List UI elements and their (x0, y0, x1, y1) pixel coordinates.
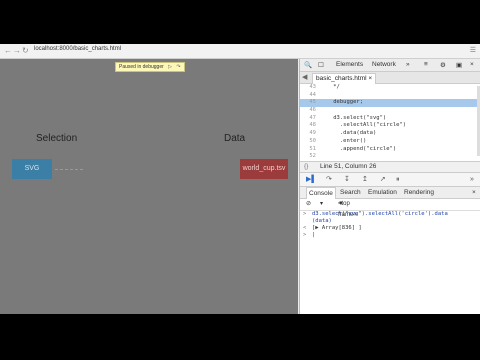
console-toolbar: ⊘ ▾ <top frame> ▼ (300, 199, 480, 218)
code-line: 48 .selectAll("circle") (309, 122, 407, 129)
close-tab-icon[interactable]: × (368, 75, 372, 82)
close-icon[interactable]: × (470, 61, 474, 68)
browser-window: ← → ↻ localhost:8000/basic_charts.html ☰… (0, 44, 480, 314)
tab-emulation[interactable]: Emulation (368, 187, 397, 198)
url-field[interactable]: localhost:8000/basic_charts.html (34, 46, 121, 52)
resume-button-icon[interactable]: ▶▌ (306, 173, 316, 186)
tab-console[interactable]: Console (306, 187, 336, 199)
address-bar-row: ← → ↻ localhost:8000/basic_charts.html ☰ (0, 44, 480, 59)
console-line: (data) (312, 218, 332, 224)
gear-icon[interactable]: ⚙ (440, 61, 446, 69)
data-box: world_cup.tsv (240, 159, 288, 179)
more-tabs-icon[interactable]: » (406, 61, 410, 68)
step-over-icon[interactable]: ↷ (176, 64, 180, 70)
dashed-connector (55, 169, 83, 170)
code-line-highlighted: 45 debugger; (300, 99, 480, 108)
code-line: 51 .append("circle") (309, 145, 397, 152)
editor-status-bar: {} Line 51, Column 26 (300, 161, 480, 173)
reload-icon[interactable]: ↻ (22, 46, 29, 55)
frame-selector[interactable]: <top frame> ▼ (338, 199, 357, 218)
paused-banner: Paused in debugger ▷ ↷ (115, 62, 185, 72)
data-heading: Data (224, 133, 246, 144)
selection-heading: Selection (36, 133, 78, 144)
forward-icon[interactable]: → (13, 46, 21, 55)
step-into-button-icon[interactable]: ↧ (344, 173, 350, 186)
expand-sidebar-icon[interactable]: » (470, 173, 474, 186)
search-icon[interactable]: 🔍 (304, 61, 312, 69)
format-icon[interactable]: {} (304, 162, 308, 172)
resume-icon[interactable]: ▷ (168, 64, 172, 70)
svg-box: SVG (12, 159, 52, 179)
device-icon[interactable]: ☐ (318, 61, 324, 69)
tab-elements[interactable]: Elements (336, 61, 363, 68)
paused-label: Paused in debugger (119, 64, 164, 70)
code-line: 44 (309, 91, 316, 98)
file-tab-basic-charts[interactable]: basic_charts.html × (312, 73, 377, 84)
cursor-position: Line 51, Column 26 (320, 163, 377, 170)
filter-icon[interactable]: ▾ (320, 199, 323, 210)
file-tabs: ◀ basic_charts.html × (300, 72, 480, 84)
step-over-button-icon[interactable]: ↷ (326, 173, 332, 186)
tab-network[interactable]: Network (372, 61, 396, 68)
page-content: Paused in debugger ▷ ↷ Selection Data SV… (0, 59, 298, 314)
tab-search[interactable]: Search (340, 187, 361, 198)
debugger-controls: ▶▌ ↷ ↧ ↥ ➚ ⏸ » (300, 173, 480, 187)
devtools-panel: 🔍 ☐ Elements Network » ≡ ⚙ ▣ × ◀ basic_c… (299, 59, 480, 314)
code-line: 43 */ (309, 84, 340, 90)
console-output[interactable]: > d3.select("svg").selectAll('circle').da… (300, 211, 480, 239)
console-line: > d3.select("svg").selectAll('circle').da… (303, 211, 448, 217)
console-input-line[interactable]: > | (300, 232, 480, 239)
back-icon[interactable]: ← (4, 46, 12, 55)
devtools-toolbar: 🔍 ☐ Elements Network » ≡ ⚙ ▣ × (300, 59, 480, 72)
console-drawer-icon[interactable]: ≡ (424, 61, 428, 68)
file-tab-label: basic_charts.html (316, 75, 367, 82)
code-line: 46 (309, 107, 316, 114)
code-editor[interactable]: 43 */ 44 45 debugger; 46 47 d3.select("s… (300, 84, 480, 161)
close-drawer-icon[interactable]: × (472, 187, 476, 198)
step-out-button-icon[interactable]: ↥ (362, 173, 368, 186)
code-line: 47 d3.select("svg") (309, 114, 387, 121)
menu-icon[interactable]: ☰ (470, 46, 476, 54)
tab-rendering[interactable]: Rendering (404, 187, 434, 198)
code-line: 52 (309, 153, 316, 160)
clear-console-icon[interactable]: ⊘ (306, 199, 311, 210)
dock-icon[interactable]: ▣ (456, 61, 462, 69)
pause-on-exceptions-icon[interactable]: ⏸ (396, 173, 400, 186)
code-line: 49 .data(data) (309, 130, 377, 137)
console-result-line[interactable]: < [▶ Array[836] ] (300, 225, 480, 232)
drawer-tabs: Console Search Emulation Rendering × (300, 187, 480, 199)
deactivate-breakpoints-icon[interactable]: ➚ (380, 173, 386, 186)
sidebar-toggle-icon[interactable]: ◀ (302, 73, 307, 81)
code-line: 50 .enter() (309, 137, 367, 144)
